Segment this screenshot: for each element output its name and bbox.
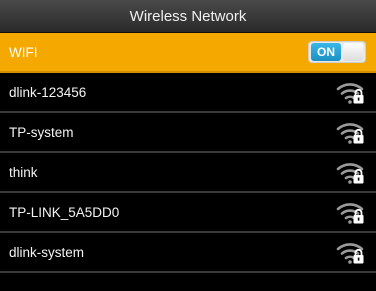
- wifi-lock-icon: [336, 119, 366, 145]
- wifi-lock-icon: [336, 199, 366, 225]
- wifi-lock-icon: [336, 79, 366, 105]
- network-ssid: TP-LINK_5A5DD0: [9, 204, 120, 220]
- page-title: Wireless Network: [129, 7, 247, 25]
- title-bar: Wireless Network: [0, 0, 376, 33]
- wifi-toggle-row[interactable]: WIFI ON: [0, 33, 376, 73]
- toggle-on-label: ON: [311, 43, 341, 61]
- wifi-label: WIFI: [9, 44, 38, 60]
- network-ssid: dlink-system: [9, 244, 85, 260]
- network-ssid: dlink-123456: [9, 84, 87, 100]
- toggle-off-area: [343, 43, 363, 61]
- network-item-1[interactable]: TP-system: [0, 113, 376, 153]
- wifi-lock-icon: [336, 239, 366, 265]
- network-list: WIFI ON dlink-123456 TP-system think TP-…: [0, 33, 376, 273]
- wifi-toggle-switch[interactable]: ON: [308, 41, 366, 63]
- wifi-lock-icon: [336, 159, 366, 185]
- network-item-2[interactable]: think: [0, 153, 376, 193]
- wireless-network-screen: Wireless Network WIFI ON dlink-123456 TP…: [0, 0, 376, 291]
- network-ssid: think: [9, 164, 38, 180]
- network-item-3[interactable]: TP-LINK_5A5DD0: [0, 193, 376, 233]
- network-item-4[interactable]: dlink-system: [0, 233, 376, 273]
- network-ssid: TP-system: [9, 124, 74, 140]
- network-item-0[interactable]: dlink-123456: [0, 73, 376, 113]
